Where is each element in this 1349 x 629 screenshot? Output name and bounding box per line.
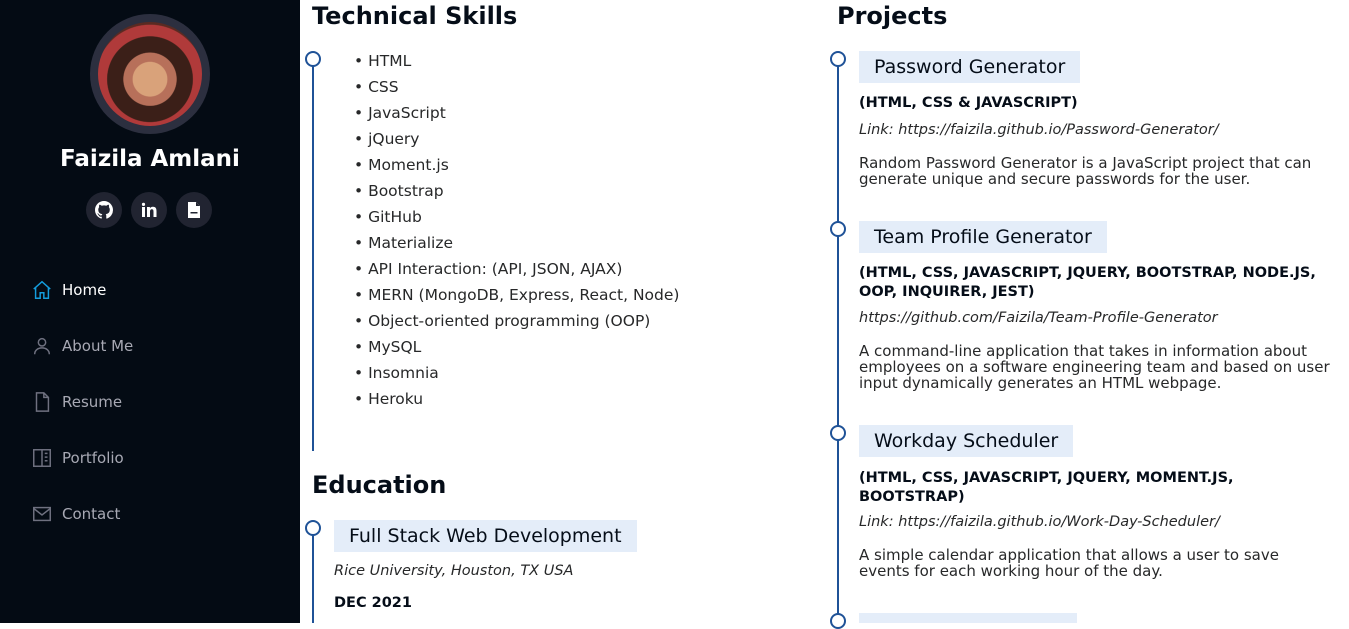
list-item: • MERN (MongoDB, Express, React, Node) bbox=[354, 286, 680, 304]
nav-item-home[interactable]: Home bbox=[30, 262, 133, 318]
profile-photo bbox=[98, 22, 202, 126]
sidebar: Faizila Amlani Home About Me Resume Port… bbox=[0, 0, 300, 623]
resume-file-icon[interactable] bbox=[176, 192, 212, 228]
project-description: A command-line application that takes in… bbox=[859, 342, 1330, 392]
project-title: Workday Scheduler bbox=[859, 425, 1074, 457]
avatar bbox=[90, 14, 210, 134]
skills-title: Technical Skills bbox=[312, 2, 518, 30]
list-item: • Object-oriented programming (OOP) bbox=[354, 312, 651, 330]
skills-timeline-dot bbox=[305, 51, 321, 67]
list-item: • MySQL bbox=[354, 338, 422, 356]
projects-title: Projects bbox=[837, 2, 948, 30]
profile-name: Faizila Amlani bbox=[60, 146, 240, 172]
project-timeline-dot bbox=[830, 425, 846, 441]
project-timeline-dot bbox=[830, 221, 846, 237]
projects-timeline-line bbox=[837, 59, 839, 623]
list-item: • Bootstrap bbox=[354, 182, 444, 200]
project-timeline-dot bbox=[830, 51, 846, 67]
education-timeline-line bbox=[312, 528, 314, 623]
list-item: • jQuery bbox=[354, 130, 420, 148]
nav-item-label: Contact bbox=[62, 505, 121, 523]
education-timeline-dot bbox=[305, 520, 321, 536]
project-timeline-dot bbox=[830, 613, 846, 629]
list-item: • JavaScript bbox=[354, 104, 446, 122]
education-title: Education bbox=[312, 471, 447, 499]
project-tech: (HTML, CSS, JAVASCRIPT, JQUERY, MOMENT.J… bbox=[859, 470, 1234, 505]
project-tech: (HTML, CSS, JAVASCRIPT, JQUERY, BOOTSTRA… bbox=[859, 265, 1316, 300]
nav-item-label: Home bbox=[62, 281, 107, 299]
project-link[interactable]: https://github.com/Faizila/Team-Profile-… bbox=[859, 310, 1218, 326]
list-item: • Insomnia bbox=[354, 364, 439, 382]
nav-item-label: About Me bbox=[62, 337, 134, 355]
project-link[interactable]: Link: https://faizila.github.io/Password… bbox=[859, 122, 1219, 138]
project-title: Password Generator bbox=[859, 51, 1081, 83]
nav-item-resume[interactable]: Resume bbox=[30, 374, 133, 430]
list-item: • API Interaction: (API, JSON, AJAX) bbox=[354, 260, 623, 278]
home-icon bbox=[30, 278, 54, 302]
education-entry-title: Full Stack Web Development bbox=[334, 520, 637, 552]
project-tech: (HTML, CSS & JAVASCRIPT) bbox=[859, 95, 1078, 111]
linkedin-icon[interactable] bbox=[131, 192, 167, 228]
envelope-icon bbox=[30, 502, 54, 526]
project-description: Random Password Generator is a JavaScrip… bbox=[859, 154, 1312, 188]
education-date: DEC 2021 bbox=[334, 595, 412, 611]
nav-item-label: Resume bbox=[62, 393, 123, 411]
project-description: A simple calendar application that allow… bbox=[859, 546, 1279, 580]
list-item: • Materialize bbox=[354, 234, 454, 252]
list-item: • HTML bbox=[354, 52, 412, 70]
nav-item-contact[interactable]: Contact bbox=[30, 486, 133, 542]
github-icon[interactable] bbox=[86, 192, 122, 228]
nav-item-portfolio[interactable]: Portfolio bbox=[30, 430, 133, 486]
project-title-partial bbox=[859, 613, 1077, 623]
list-item: • Heroku bbox=[354, 390, 424, 408]
list-item: • GitHub bbox=[354, 208, 422, 226]
person-icon bbox=[30, 334, 54, 358]
portfolio-icon bbox=[30, 446, 54, 470]
project-title: Team Profile Generator bbox=[859, 221, 1107, 253]
list-item: • Moment.js bbox=[354, 156, 449, 174]
file-icon bbox=[30, 390, 54, 414]
nav-item-label: Portfolio bbox=[62, 449, 124, 467]
project-link[interactable]: Link: https://faizila.github.io/Work-Day… bbox=[859, 514, 1220, 530]
education-place: Rice University, Houston, TX USA bbox=[334, 563, 574, 579]
skills-list: • HTML • CSS • JavaScript • jQuery • Mom… bbox=[354, 48, 679, 412]
sidebar-nav: Home About Me Resume Portfolio Contact bbox=[30, 262, 133, 542]
list-item: • CSS bbox=[354, 78, 399, 96]
social-links bbox=[86, 192, 212, 228]
skills-timeline-line bbox=[312, 59, 314, 451]
nav-item-about-me[interactable]: About Me bbox=[30, 318, 133, 374]
